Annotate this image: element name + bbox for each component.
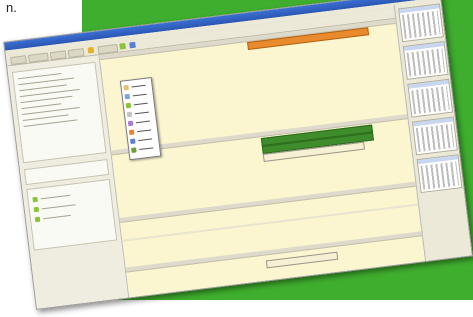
category-icon bbox=[33, 206, 40, 213]
category-list bbox=[26, 178, 118, 251]
event-block[interactable] bbox=[265, 251, 339, 269]
category-icon bbox=[32, 196, 38, 203]
mini-calendar[interactable] bbox=[398, 3, 444, 43]
caption-text: n. bbox=[6, 0, 17, 15]
menu-item[interactable] bbox=[123, 82, 149, 91]
menu-item[interactable] bbox=[125, 100, 152, 109]
menu-item[interactable] bbox=[124, 91, 151, 100]
event-icon[interactable] bbox=[119, 42, 126, 50]
day-header bbox=[119, 181, 417, 223]
menu-item[interactable] bbox=[127, 118, 154, 127]
calendar-icon[interactable] bbox=[87, 46, 95, 54]
menu-item[interactable] bbox=[126, 109, 153, 118]
mini-calendar[interactable] bbox=[407, 78, 454, 118]
category-icon bbox=[34, 216, 41, 223]
mini-calendar[interactable] bbox=[416, 154, 463, 194]
calendar-day-view[interactable] bbox=[99, 18, 427, 298]
calendar-app-window bbox=[3, 0, 473, 310]
task-icon[interactable] bbox=[129, 41, 136, 49]
mini-calendar[interactable] bbox=[402, 41, 449, 80]
menu-item[interactable] bbox=[131, 145, 157, 153]
menu-item[interactable] bbox=[129, 136, 156, 145]
mini-calendar[interactable] bbox=[411, 116, 458, 156]
menu-item[interactable] bbox=[128, 127, 155, 136]
filter-panel bbox=[11, 61, 107, 164]
